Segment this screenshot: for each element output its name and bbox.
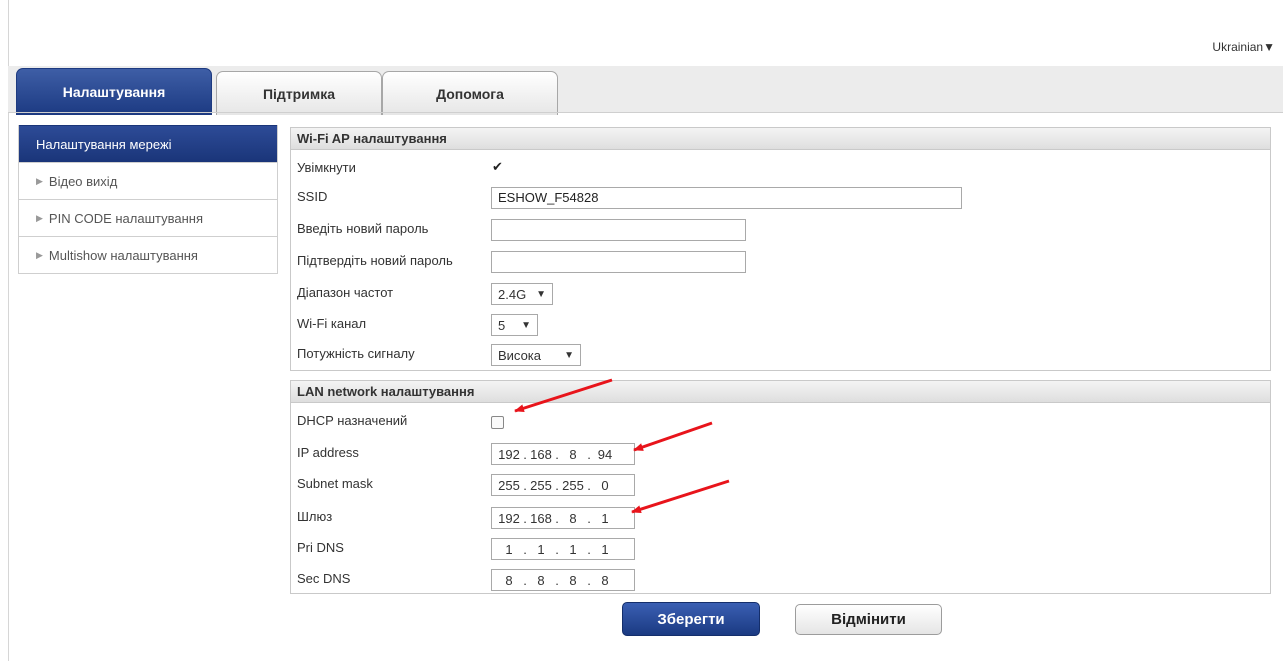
sec-dns-label: Sec DNS xyxy=(297,571,351,586)
language-selector[interactable]: Ukrainian▼ xyxy=(1212,40,1275,54)
power-select-value: Висока xyxy=(498,347,542,363)
ssid-label: SSID xyxy=(297,189,328,204)
lan-panel-title: LAN network налаштування xyxy=(291,381,1270,403)
sidebar-item-label: PIN CODE налаштування xyxy=(48,210,204,226)
pri-dns-row: Pri DNS 1. 1. 1. 1 xyxy=(291,534,1270,564)
dhcp-checkbox[interactable] xyxy=(491,416,504,429)
ssid-input[interactable]: ESHOW_F54828 xyxy=(491,187,962,209)
band-select[interactable]: 2.4G ▼ xyxy=(491,283,553,305)
tab-support[interactable]: Підтримка xyxy=(216,71,382,115)
tab-settings-label: Налаштування xyxy=(62,84,166,100)
sidebar-item-pin-code-settings[interactable]: ▶ PIN CODE налаштування xyxy=(19,199,277,236)
ip-octet[interactable]: 192 xyxy=(496,447,522,462)
band-select-value: 2.4G xyxy=(498,286,527,302)
tab-support-label: Підтримка xyxy=(262,85,335,102)
new-password-label: Введіть новий пароль xyxy=(297,221,429,236)
check-icon: ✔ xyxy=(492,159,503,174)
channel-row: Wi-Fi канал 5 ▼ xyxy=(291,310,1270,340)
ssid-row: SSID ESHOW_F54828 xyxy=(291,183,1270,213)
subnet-mask-input[interactable]: 255. 255. 255. 0 xyxy=(491,474,635,496)
power-select[interactable]: Висока ▼ xyxy=(491,344,581,366)
sidebar-item-label: Налаштування мережі xyxy=(36,136,172,152)
wifi-enable-label: Увімкнути xyxy=(297,160,356,175)
wifi-panel-title: Wi-Fi AP налаштування xyxy=(291,128,1270,150)
chevron-down-icon: ▼ xyxy=(564,349,574,361)
wifi-enable-checkbox[interactable]: ✔ xyxy=(491,160,504,173)
dhcp-label: DHCP назначений xyxy=(297,413,408,428)
ip-octet[interactable]: 1 xyxy=(528,542,554,557)
sidebar: Налаштування мережі ▶ Відео вихід ▶ PIN … xyxy=(18,125,278,274)
ip-octet[interactable]: 94 xyxy=(592,447,618,462)
triangle-right-icon: ▶ xyxy=(36,212,43,223)
chevron-down-icon: ▼ xyxy=(536,288,546,300)
ip-octet[interactable]: 8 xyxy=(560,447,586,462)
ip-octet[interactable]: 8 xyxy=(560,511,586,526)
pri-dns-input[interactable]: 1. 1. 1. 1 xyxy=(491,538,635,560)
subnet-mask-label: Subnet mask xyxy=(297,476,373,491)
sidebar-item-label: Відео вихід xyxy=(48,173,118,189)
ip-address-row: IP address 192. 168. 8. 94 xyxy=(291,439,1270,469)
power-label: Потужність сигналу xyxy=(297,346,415,361)
sidebar-item-video-output[interactable]: ▶ Відео вихід xyxy=(19,162,277,199)
ip-octet[interactable]: 1 xyxy=(592,511,618,526)
ip-octet[interactable]: 1 xyxy=(560,542,586,557)
ip-octet[interactable]: 1 xyxy=(496,542,522,557)
tab-help-label: Допомога xyxy=(436,85,504,102)
lan-network-panel: LAN network налаштування DHCP назначений… xyxy=(290,380,1271,594)
ip-octet[interactable]: 8 xyxy=(528,573,554,588)
new-password-input[interactable] xyxy=(491,219,746,241)
ip-address-input[interactable]: 192. 168. 8. 94 xyxy=(491,443,635,465)
sidebar-item-label: Multishow налаштування xyxy=(48,247,198,263)
channel-select-value: 5 xyxy=(498,317,506,333)
gateway-row: Шлюз 192. 168. 8. 1 xyxy=(291,503,1270,533)
tab-bar: Налаштування Підтримка Допомога xyxy=(8,66,1283,115)
subnet-mask-row: Subnet mask 255. 255. 255. 0 xyxy=(291,470,1270,500)
pri-dns-label: Pri DNS xyxy=(297,540,344,555)
save-button[interactable]: Зберегти xyxy=(622,602,760,636)
wifi-ap-panel: Wi-Fi AP налаштування Увімкнути ✔ SSID E… xyxy=(290,127,1271,371)
ip-octet[interactable]: 168 xyxy=(528,447,554,462)
gateway-input[interactable]: 192. 168. 8. 1 xyxy=(491,507,635,529)
ip-octet[interactable]: 8 xyxy=(496,573,522,588)
channel-label: Wi-Fi канал xyxy=(297,316,367,331)
cancel-button[interactable]: Відмінити xyxy=(795,604,942,635)
chevron-down-icon: ▼ xyxy=(521,319,531,331)
ip-octet[interactable]: 0 xyxy=(592,478,618,493)
confirm-password-input[interactable] xyxy=(491,251,746,273)
confirm-password-row: Підтвердіть новий пароль xyxy=(291,247,1270,277)
sidebar-item-network-settings[interactable]: Налаштування мережі xyxy=(19,125,277,162)
ip-octet[interactable]: 255 xyxy=(560,478,586,493)
caret-down-icon: ▼ xyxy=(1263,40,1275,54)
language-label: Ukrainian xyxy=(1212,40,1264,54)
gateway-label: Шлюз xyxy=(297,509,333,524)
triangle-right-icon: ▶ xyxy=(36,175,43,186)
content-top-border xyxy=(8,112,1283,113)
triangle-right-icon: ▶ xyxy=(36,249,43,260)
dhcp-row: DHCP назначений xyxy=(291,407,1270,437)
tab-settings[interactable]: Налаштування xyxy=(16,68,212,115)
ip-octet[interactable]: 255 xyxy=(496,478,522,493)
ip-octet[interactable]: 1 xyxy=(592,542,618,557)
band-row: Діапазон частот 2.4G ▼ xyxy=(291,279,1270,309)
ip-octet[interactable]: 168 xyxy=(528,511,554,526)
power-row: Потужність сигналу Висока ▼ xyxy=(291,340,1270,370)
ip-octet[interactable]: 8 xyxy=(560,573,586,588)
sec-dns-input[interactable]: 8. 8. 8. 8 xyxy=(491,569,635,591)
wifi-enable-row: Увімкнути ✔ xyxy=(291,154,1270,184)
confirm-password-label: Підтвердіть новий пароль xyxy=(297,253,453,268)
tab-help[interactable]: Допомога xyxy=(382,71,558,115)
sidebar-item-multishow-settings[interactable]: ▶ Multishow налаштування xyxy=(19,236,277,273)
channel-select[interactable]: 5 ▼ xyxy=(491,314,538,336)
ip-address-label: IP address xyxy=(297,445,359,460)
ip-octet[interactable]: 192 xyxy=(496,511,522,526)
band-label: Діапазон частот xyxy=(297,285,394,300)
ip-octet[interactable]: 8 xyxy=(592,573,618,588)
ip-octet[interactable]: 255 xyxy=(528,478,554,493)
sec-dns-row: Sec DNS 8. 8. 8. 8 xyxy=(291,565,1270,595)
new-password-row: Введіть новий пароль xyxy=(291,215,1270,245)
